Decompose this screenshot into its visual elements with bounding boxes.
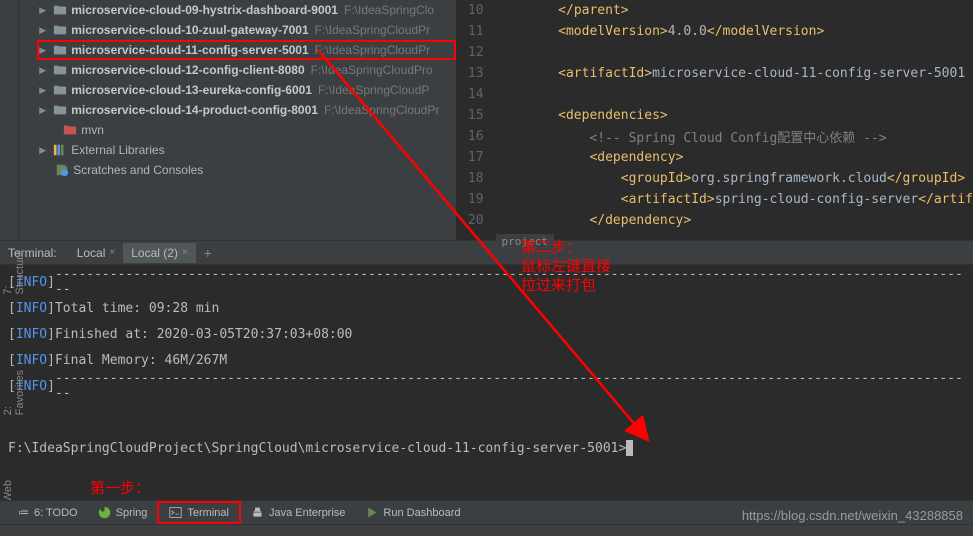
favorites-tab[interactable]: 2: Favorites [2, 370, 26, 415]
tree-item-libs[interactable]: ▶ External Libraries [19, 140, 455, 160]
module-name: microservice-cloud-13-eureka-config-6001 [71, 83, 312, 97]
expand-arrow-icon[interactable]: ▶ [39, 45, 49, 56]
module-name: microservice-cloud-11-config-server-5001 [71, 43, 308, 57]
close-icon[interactable]: × [109, 247, 115, 258]
annotation-step1: 第一步： [90, 477, 150, 498]
folder-icon [53, 43, 67, 57]
terminal-tab[interactable]: Local× [69, 243, 124, 263]
expand-arrow-icon[interactable]: ▶ [39, 145, 49, 156]
folder-icon [53, 23, 67, 37]
module-name: microservice-cloud-14-product-config-800… [71, 103, 318, 117]
folder-icon [53, 103, 67, 117]
tree-item[interactable]: ▶ microservice-cloud-12-config-client-80… [19, 60, 455, 80]
spring-icon [98, 506, 111, 519]
module-name: microservice-cloud-09-hystrix-dashboard-… [71, 3, 338, 17]
java-icon [251, 506, 264, 519]
tree-item[interactable]: ▶ microservice-cloud-10-zuul-gateway-700… [19, 20, 455, 40]
code-editor[interactable]: 10 </parent>11 <modelVersion>4.0.0</mode… [456, 0, 973, 240]
folder-icon [53, 3, 67, 17]
module-path: F:\IdeaSpringCloudPr [315, 43, 430, 57]
module-path: F:\IdeaSpringCloudPr [324, 103, 439, 117]
annotation-step2: 第二步： 鼠标左键直接 拉过来打包 [521, 239, 611, 296]
scratches-icon [55, 163, 69, 177]
expand-arrow-icon[interactable]: ▶ [39, 105, 49, 116]
tree-item-mvn[interactable]: mvn [19, 120, 455, 140]
structure-tab[interactable]: 7: Structure [2, 250, 26, 295]
terminal-tab-active[interactable]: Local (2)× [123, 243, 196, 263]
java-enterprise-button[interactable]: Java Enterprise [241, 503, 355, 522]
scratches-label: Scratches and Consoles [73, 163, 203, 177]
expand-arrow-icon[interactable]: ▶ [39, 25, 49, 36]
project-tree[interactable]: ▶ microservice-cloud-09-hystrix-dashboar… [19, 0, 455, 240]
module-path: F:\IdeaSpringCloudPr [315, 23, 430, 37]
module-name: microservice-cloud-12-config-client-8080 [71, 63, 304, 77]
terminal-output[interactable]: [INFO] ---------------------------------… [0, 265, 973, 465]
cursor [626, 440, 633, 456]
terminal-prompt: F:\IdeaSpringCloudProject\SpringCloud\mi… [8, 441, 626, 456]
spring-button[interactable]: Spring [88, 503, 158, 522]
expand-arrow-icon[interactable]: ▶ [39, 5, 49, 16]
module-path: F:\IdeaSpringClo [344, 3, 434, 17]
module-name: microservice-cloud-10-zuul-gateway-7001 [71, 23, 308, 37]
tree-item-highlighted[interactable]: ▶ microservice-cloud-11-config-server-50… [37, 40, 455, 60]
tree-item[interactable]: ▶ microservice-cloud-09-hystrix-dashboar… [19, 0, 455, 20]
run-dashboard-button[interactable]: Run Dashboard [355, 503, 470, 522]
terminal-icon [169, 506, 182, 519]
libs-label: External Libraries [71, 143, 164, 157]
todo-button[interactable]: ≔ 6: TODO [8, 503, 88, 522]
module-path: F:\IdeaSpringCloudP [318, 83, 429, 97]
folder-icon [53, 83, 67, 97]
list-icon: ≔ [18, 506, 29, 519]
expand-arrow-icon[interactable]: ▶ [39, 85, 49, 96]
status-bar [0, 524, 973, 536]
folder-icon [53, 63, 67, 77]
left-gutter: 7: Structure 2: Favorites Web [0, 0, 19, 240]
watermark: https://blog.csdn.net/weixin_43288858 [742, 508, 963, 523]
tree-item-scratches[interactable]: Scratches and Consoles [19, 160, 455, 180]
mvn-label: mvn [81, 123, 104, 137]
expand-arrow-icon[interactable]: ▶ [39, 65, 49, 76]
tree-item[interactable]: ▶ microservice-cloud-14-product-config-8… [19, 100, 455, 120]
terminal-button[interactable]: Terminal [157, 501, 241, 524]
library-icon [53, 143, 67, 157]
module-path: F:\IdeaSpringCloudPro [311, 63, 433, 77]
play-icon [365, 506, 378, 519]
folder-icon [63, 123, 77, 137]
tree-item[interactable]: ▶ microservice-cloud-13-eureka-config-60… [19, 80, 455, 100]
terminal-panel: Terminal: Local× Local (2)× + [INFO] ---… [0, 240, 973, 465]
close-icon[interactable]: × [182, 247, 188, 258]
add-tab-button[interactable]: + [196, 245, 220, 261]
